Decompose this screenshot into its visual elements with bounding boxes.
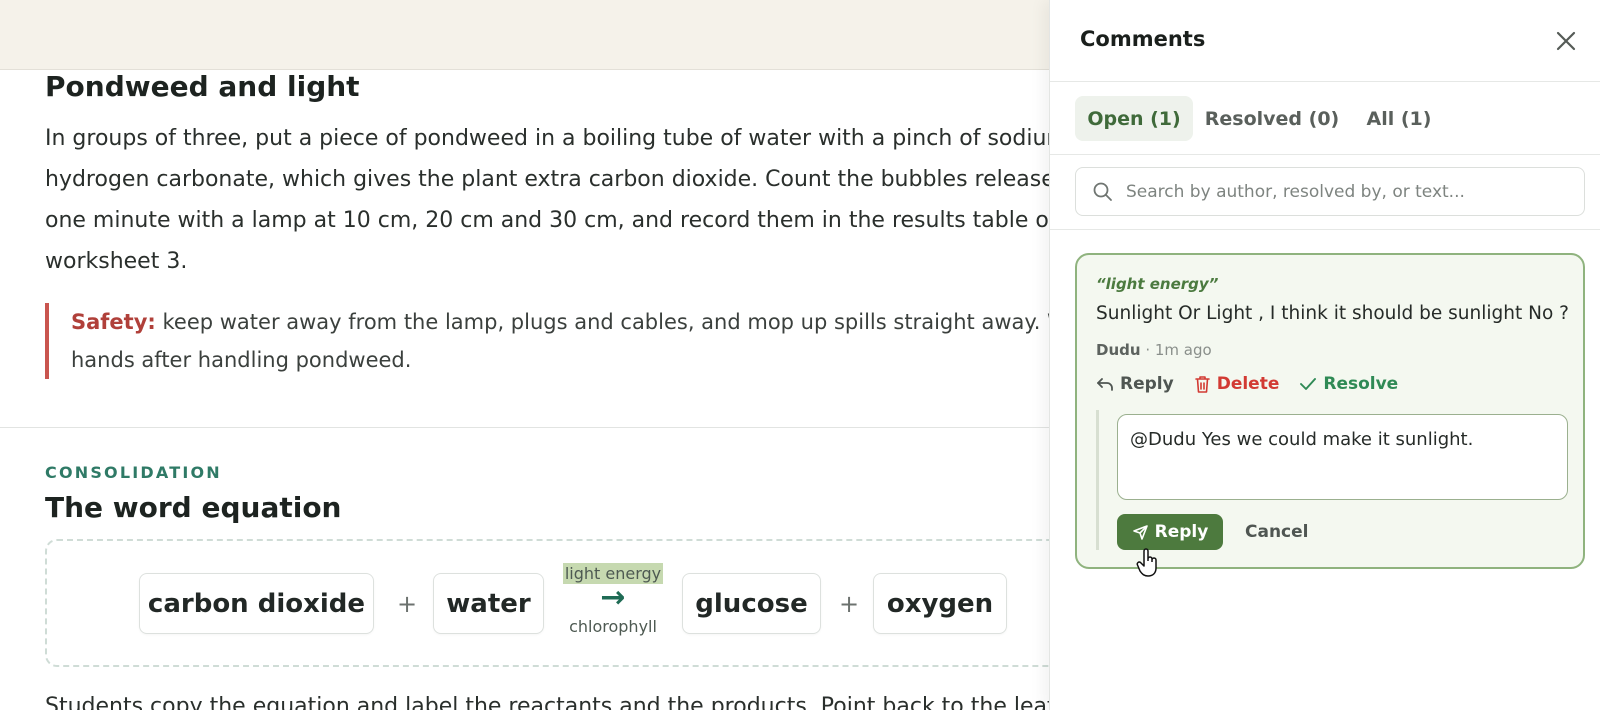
equation-term-water: water: [433, 573, 544, 634]
tab-resolved[interactable]: Resolved (0): [1203, 96, 1341, 141]
paragraph-line: one minute with a lamp at 10 cm, 20 cm a…: [45, 208, 1049, 233]
plus-sign: +: [839, 590, 860, 618]
cancel-button[interactable]: Cancel: [1245, 522, 1308, 542]
resolve-button[interactable]: Resolve: [1299, 374, 1398, 394]
equation-term-glucose: glucose: [682, 573, 821, 634]
reply-textarea[interactable]: @Dudu Yes we could make it sunlight.: [1117, 414, 1568, 500]
reply-submit-button[interactable]: Reply: [1117, 514, 1223, 550]
hand-pointer-icon: [1136, 548, 1157, 577]
comment-meta: Dudu · 1m ago: [1096, 341, 1212, 359]
divider: [1050, 229, 1600, 230]
document-area: Pondweed and light In groups of three, p…: [0, 0, 1049, 710]
send-icon: [1132, 524, 1148, 540]
comment-actions: Reply Delete Resolve: [1096, 374, 1418, 394]
tab-open[interactable]: Open (1): [1075, 96, 1193, 141]
section-eyebrow: CONSOLIDATION: [45, 463, 222, 482]
arrow-label-chlorophyll: chlorophyll: [569, 617, 657, 636]
search-field[interactable]: [1075, 167, 1585, 216]
plus-sign: +: [397, 590, 418, 618]
resolve-label: Resolve: [1323, 374, 1399, 394]
comment-text: Sunlight Or Light , I think it should be…: [1096, 303, 1569, 324]
reply-action-label: Reply: [1120, 374, 1174, 394]
paragraph-line: In groups of three, put a piece of pondw…: [45, 126, 1049, 151]
divider: [1050, 154, 1600, 155]
divider: [1050, 81, 1600, 82]
reply-submit-label: Reply: [1154, 522, 1209, 542]
comments-title: Comments: [1080, 27, 1206, 51]
search-input[interactable]: [1126, 181, 1566, 202]
reply-icon: [1097, 378, 1113, 391]
equation-term-oxygen: oxygen: [873, 573, 1007, 634]
check-icon: [1300, 378, 1317, 390]
comment-time: · 1m ago: [1140, 341, 1212, 359]
toolbar: [0, 0, 1049, 70]
tab-all[interactable]: All (1): [1354, 96, 1444, 141]
equation-arrow: light energy → chlorophyll: [561, 563, 665, 636]
delete-button[interactable]: Delete: [1194, 374, 1280, 394]
section-heading-pondweed: Pondweed and light: [45, 70, 360, 103]
paragraph-line: worksheet 3.: [45, 249, 188, 274]
safety-line: Safety: keep water away from the lamp, p…: [71, 303, 1049, 341]
paragraph-line: hydrogen carbonate, which gives the plan…: [45, 167, 1049, 192]
bottom-paragraph: Students copy the equation and label the…: [45, 694, 1049, 710]
instructions-paragraph: In groups of three, put a piece of pondw…: [45, 118, 1049, 282]
safety-text: keep water away from the lamp, plugs and…: [155, 310, 1049, 334]
trash-icon: [1194, 375, 1210, 393]
reply-composer: @Dudu Yes we could make it sunlight. Rep…: [1096, 410, 1568, 550]
close-icon[interactable]: [1553, 28, 1579, 54]
safety-line: hands after handling pondweed.: [71, 348, 412, 372]
delete-label: Delete: [1216, 374, 1280, 394]
comment-thread-card: “light energy” Sunlight Or Light , I thi…: [1075, 253, 1585, 569]
search-icon: [1093, 182, 1112, 201]
safety-label: Safety:: [71, 310, 156, 334]
section-heading-word-equation: The word equation: [45, 491, 342, 524]
comment-author: Dudu: [1096, 341, 1141, 359]
section-divider: [0, 427, 1049, 428]
comments-panel: Comments Open (1) Resolved (0) All (1) “…: [1049, 0, 1600, 710]
equation-term-carbon-dioxide: carbon dioxide: [139, 573, 374, 634]
comment-quote: “light energy”: [1096, 275, 1219, 293]
safety-callout: Safety: keep water away from the lamp, p…: [45, 303, 1049, 379]
reply-action-button[interactable]: Reply: [1096, 374, 1174, 394]
arrow-right-icon: →: [600, 580, 626, 615]
